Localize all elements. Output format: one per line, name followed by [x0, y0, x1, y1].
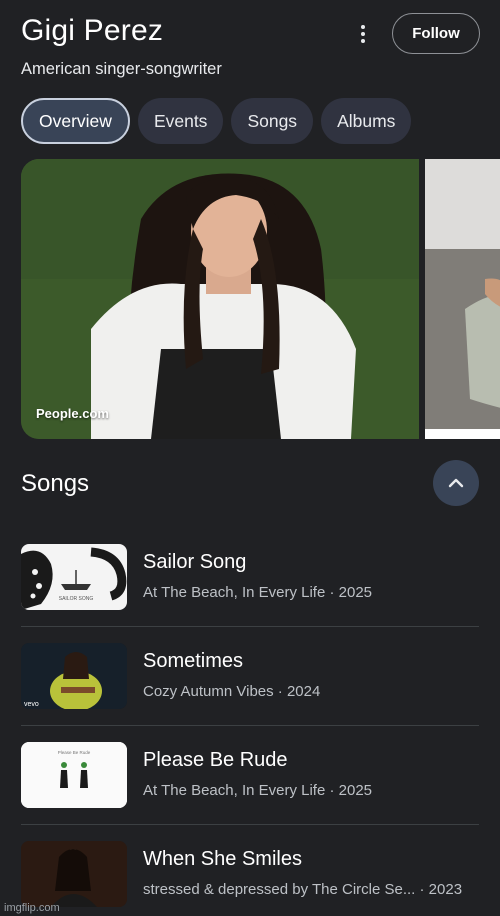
sailor-song-artwork: SAILOR SONG — [21, 547, 127, 610]
secondary-photo[interactable] — [425, 159, 500, 439]
tab-albums[interactable]: Albums — [321, 98, 412, 144]
thumbnail-text: vevo — [24, 701, 39, 708]
songs-section-title: Songs — [21, 470, 90, 497]
chevron-up-icon — [448, 478, 464, 488]
header: Gigi Perez Follow — [21, 12, 480, 56]
song-title: When She Smiles — [143, 848, 302, 870]
sometimes-artwork: vevo — [21, 643, 127, 709]
artist-name: Gigi Perez — [21, 14, 164, 47]
when-she-smiles-artwork — [21, 841, 127, 907]
image-source-label: People.com — [36, 406, 109, 421]
song-title: Sometimes — [143, 650, 244, 672]
song-meta: Cozy Autumn Vibes · 2024 — [143, 683, 321, 700]
thumbnail-text: SAILOR SONG — [59, 596, 94, 602]
song-thumbnail: SAILOR SONG — [21, 544, 127, 610]
song-row[interactable]: When She Smiles stressed & depressed by … — [21, 825, 479, 916]
tab-events[interactable]: Events — [137, 98, 224, 144]
song-meta: stressed & depressed by The Circle Se...… — [143, 881, 463, 898]
song-thumbnail — [21, 841, 127, 907]
song-thumbnail: Please Be Rude — [21, 742, 127, 808]
please-be-rude-artwork: Please Be Rude — [21, 742, 127, 808]
song-title: Please Be Rude — [143, 749, 288, 771]
song-row[interactable]: SAILOR SONG Sailor Song At The Beach, In… — [21, 528, 479, 627]
thumbnail-text: Please Be Rude — [58, 750, 91, 755]
image-carousel: People.com — [21, 159, 500, 439]
song-title: Sailor Song — [143, 551, 247, 573]
tab-bar: Overview Events Songs Albums — [21, 98, 412, 144]
song-meta: At The Beach, In Every Life · 2025 — [143, 782, 373, 799]
artist-photo-illustration — [21, 159, 419, 439]
watermark: imgflip.com — [4, 902, 60, 914]
follow-button[interactable]: Follow — [392, 13, 480, 54]
collapse-button[interactable] — [433, 460, 479, 506]
artist-photo[interactable]: People.com — [21, 159, 419, 439]
more-options-icon[interactable] — [351, 22, 375, 46]
secondary-photo-illustration — [425, 159, 500, 439]
artist-description: American singer-songwriter — [21, 60, 222, 78]
song-row[interactable]: Please Be Rude Please Be Rude At The Bea… — [21, 726, 479, 825]
tab-songs[interactable]: Songs — [231, 98, 314, 144]
song-row[interactable]: vevo Sometimes Cozy Autumn Vibes · 2024 — [21, 627, 479, 726]
songs-list: SAILOR SONG Sailor Song At The Beach, In… — [21, 528, 479, 916]
song-thumbnail: vevo — [21, 643, 127, 709]
song-meta: At The Beach, In Every Life · 2025 — [143, 584, 373, 601]
tab-overview[interactable]: Overview — [21, 98, 130, 144]
